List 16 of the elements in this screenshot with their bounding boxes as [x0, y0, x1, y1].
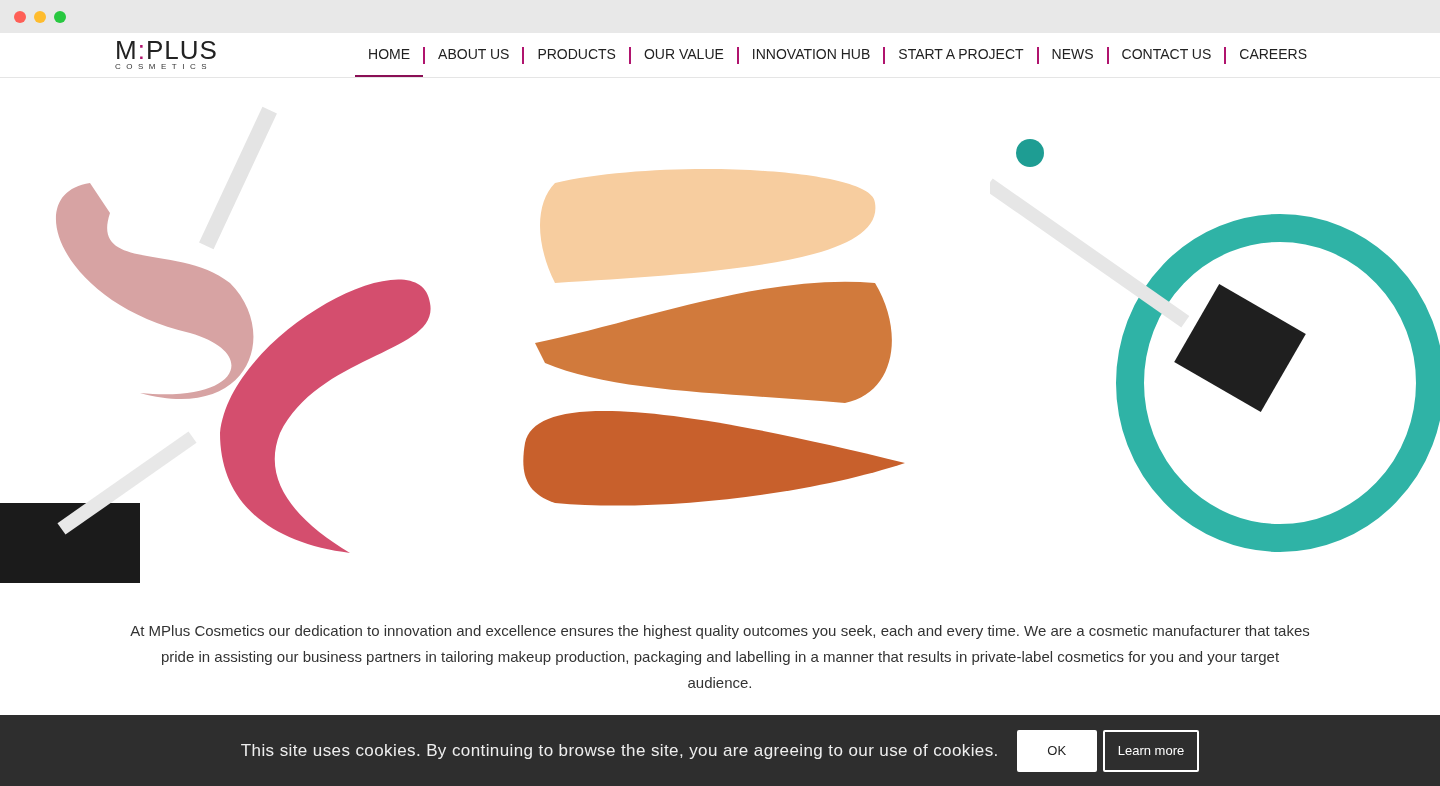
close-window-icon[interactable]: [14, 10, 26, 23]
maximize-window-icon[interactable]: [54, 10, 66, 23]
nav-link[interactable]: START A PROJECT: [885, 33, 1037, 77]
nav-link[interactable]: OUR VALUE: [630, 33, 737, 77]
nav-link[interactable]: CONTACT US: [1108, 33, 1225, 77]
nav-link[interactable]: CAREERS: [1226, 33, 1320, 77]
learn-more-button[interactable]: Learn more: [1102, 729, 1200, 772]
ok-button[interactable]: OK: [1016, 729, 1097, 772]
minimize-window-icon[interactable]: [34, 10, 46, 23]
nav-link[interactable]: NEWS: [1038, 33, 1107, 77]
brand-logo[interactable]: M:PLUS COSMETICS: [115, 33, 218, 77]
nav-link[interactable]: INNOVATION HUB: [738, 33, 884, 77]
nav-link[interactable]: ABOUT US: [425, 33, 523, 77]
intro-paragraph: At MPlus Cosmetics our dedication to innovation and excellence ensures the highest quality outcomes you seek, each and every time. We are a cosmetic manufacturer that takes pride in assisting our business partners in tailoring makeup production, packaging and labelling in a manner that results in private-label cosmetics for you and your target audience.: [130, 621, 1310, 693]
cookie-notice-text: This site uses cookies. By continuing to browse the site, you are agreeing to our use of cookies.: [240, 739, 999, 762]
nav-link[interactable]: PRODUCTS: [524, 33, 629, 77]
